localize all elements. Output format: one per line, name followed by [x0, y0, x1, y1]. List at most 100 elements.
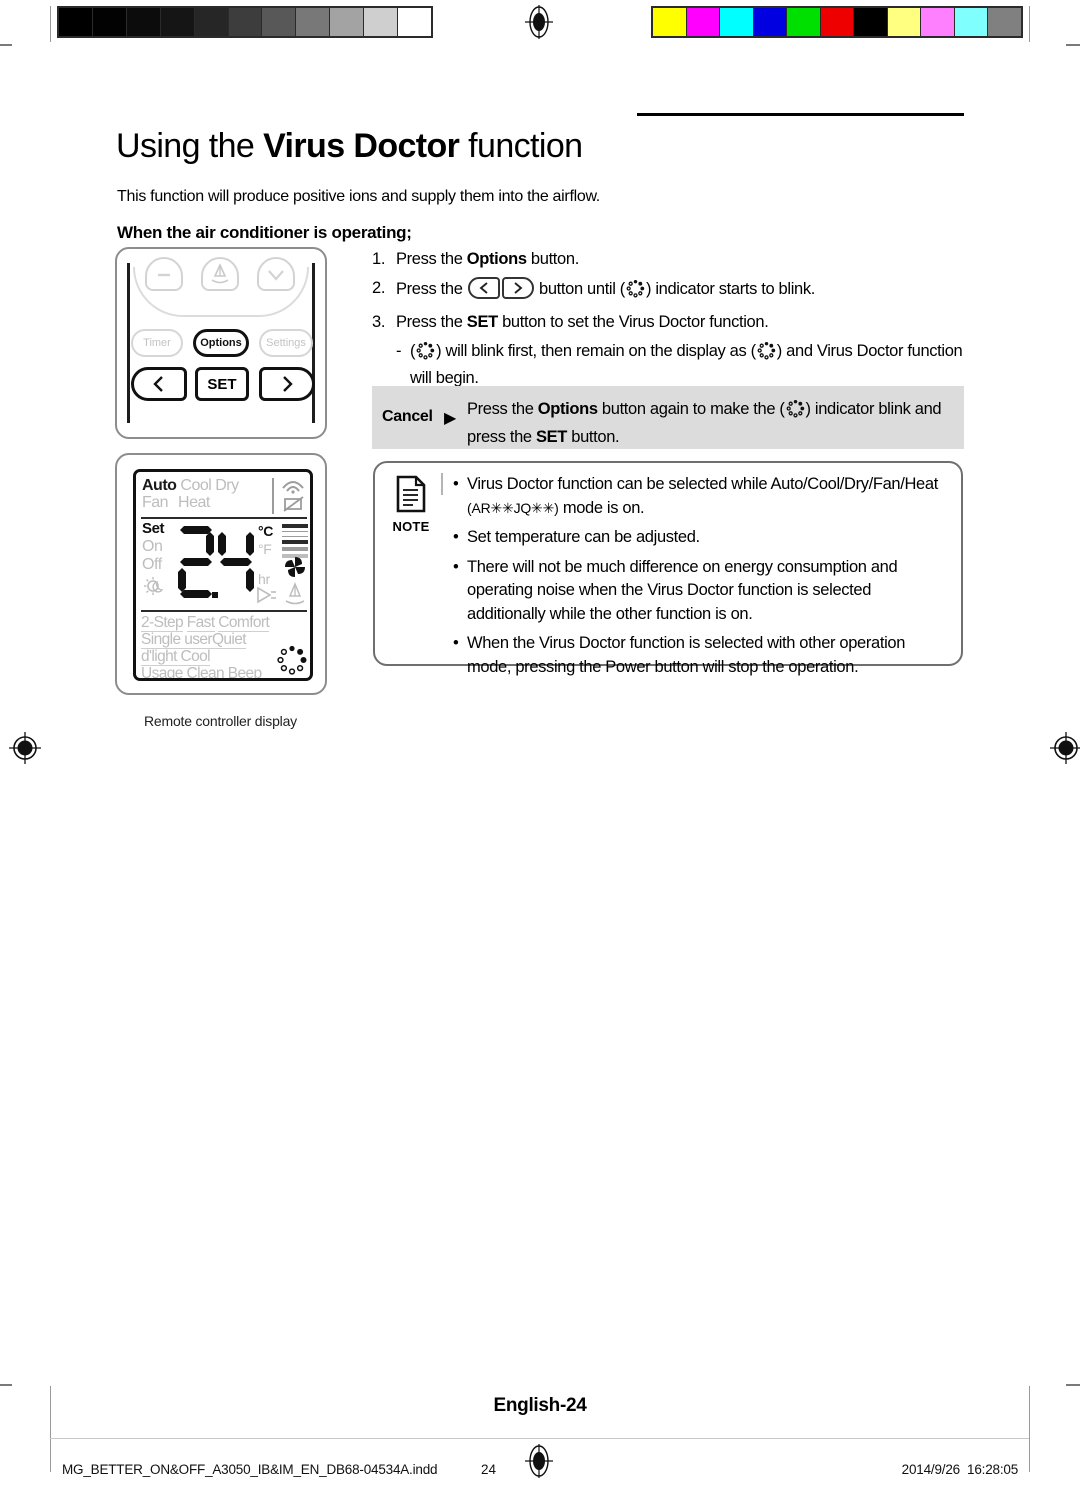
- virus-doctor-indicator-icon: [626, 279, 645, 304]
- nav-right-button-icon: [501, 277, 534, 299]
- page-title-bold: Virus Doctor: [263, 126, 460, 165]
- cancel-text: Press the Options button again to make t…: [467, 399, 942, 446]
- lcd-feature-beep: Beep: [227, 665, 262, 681]
- lcd-left-labels: Set On Off: [142, 520, 166, 601]
- lcd-mode-dry: Dry: [215, 477, 239, 494]
- page-title-suffix: function: [459, 126, 583, 165]
- virus-doctor-indicator-icon: [626, 279, 645, 298]
- note-bullet-icon: •: [453, 528, 459, 546]
- model-code-text: (AR✳✳JQ✳✳): [467, 499, 559, 516]
- fan-blade-icon: [282, 554, 308, 585]
- substep-dash: -: [396, 342, 402, 360]
- virus-doctor-indicator-icon: [757, 341, 776, 367]
- nav-left-button-icon: [467, 277, 500, 299]
- page-title-prefix: Using the: [116, 126, 264, 165]
- lcd-feature-quiet: Quiet: [211, 631, 247, 649]
- timer-button[interactable]: Timer: [131, 329, 183, 357]
- step-3: 3. Press the SET button to set the Virus…: [372, 311, 972, 333]
- note-item: • When the Virus Doctor function is sele…: [453, 632, 948, 679]
- settings-button[interactable]: Settings: [259, 329, 313, 357]
- lcd-feature-clean: Clean: [186, 665, 225, 681]
- lcd-on-label: On: [142, 538, 163, 555]
- emphasis-text: SET: [535, 428, 568, 446]
- step-1-number: 1.: [372, 250, 386, 268]
- nav-left-button[interactable]: [131, 367, 187, 401]
- cancel-arrow-icon: ▶: [444, 410, 457, 427]
- lcd-feature-single-user: Single user: [141, 631, 213, 649]
- title-underline: [637, 113, 964, 116]
- note-item-text: There will not be much difference on ene…: [467, 557, 898, 623]
- emphasis-text: SET: [466, 313, 498, 331]
- step-3-number: 3.: [372, 313, 386, 331]
- lcd-mode-heat: Heat: [178, 494, 210, 511]
- lcd-vertical-separator: [272, 478, 274, 514]
- intro-paragraph: This function will produce positive ions…: [117, 188, 600, 205]
- virus-doctor-indicator-icon: [786, 399, 804, 418]
- lcd-set-label: Set: [142, 520, 165, 537]
- note-item-text: When the Virus Doctor function is select…: [467, 634, 906, 676]
- virus-doctor-indicator-icon: [416, 341, 435, 367]
- page-footer-label: English-24: [493, 1395, 587, 1416]
- remote-display-illustration: Auto Cool Dry Fan Heat Set On Off °C °F …: [115, 453, 327, 695]
- emphasis-text: Options: [537, 400, 598, 418]
- lcd-mode-cool: Cool: [180, 477, 212, 494]
- step-1: 1. Press the Options button.: [372, 248, 972, 270]
- options-button-label: Options: [200, 337, 242, 349]
- lcd-feature-usage: Usage: [141, 665, 183, 681]
- step-1-text: Press the Options button.: [396, 250, 579, 268]
- substep-text: () will blink first, then remain on the …: [410, 341, 963, 387]
- section-heading: When the air conditioner is operating;: [117, 223, 412, 243]
- remote-controller-illustration: Timer Options Settings SET: [115, 247, 327, 439]
- note-icon-group: NOTE: [383, 475, 439, 534]
- lcd-unit-celsius: °C: [258, 523, 274, 539]
- set-button-label: SET: [207, 375, 237, 393]
- lcd-divider-top: [141, 517, 307, 519]
- note-bullet-icon: •: [453, 557, 459, 576]
- lcd-caption: Remote controller display: [144, 713, 297, 729]
- remote-arc-divider: [133, 267, 309, 317]
- note-label: NOTE: [392, 519, 430, 534]
- airflow-direction-icon: [254, 584, 278, 611]
- note-divider: [441, 473, 443, 495]
- settings-button-label: Settings: [266, 337, 306, 349]
- note-item: • Set temperature can be adjusted.: [453, 526, 948, 550]
- lcd-divider-bottom: [141, 610, 307, 612]
- lcd-off-label: Off: [142, 556, 162, 573]
- lcd-unit-labels: °C °F hr: [258, 522, 273, 588]
- note-bullet-icon: •: [453, 475, 459, 493]
- virus-doctor-indicator-icon: [276, 644, 308, 678]
- lcd-unit-fahrenheit: °F: [258, 541, 272, 557]
- footer-filename: MG_BETTER_ON&OFF_A3050_IB&IM_EN_DB68-045…: [62, 1462, 438, 1477]
- set-button[interactable]: SET: [195, 367, 249, 401]
- cancel-callout: Cancel ▶ Press the Options button again …: [372, 386, 964, 449]
- lcd-mode-fan: Fan: [142, 494, 169, 511]
- note-bullet-icon: •: [453, 634, 459, 652]
- lcd-screen: Auto Cool Dry Fan Heat Set On Off °C °F …: [133, 469, 313, 681]
- airflow-spread-icon: [282, 582, 308, 611]
- nav-right-button[interactable]: [259, 367, 315, 401]
- note-item-text: Set temperature can be adjusted.: [467, 528, 700, 546]
- cancel-label: Cancel: [382, 408, 433, 425]
- note-item-text: Virus Doctor function can be selected wh…: [467, 475, 938, 517]
- footer-date-value: 2014/9/26: [901, 1462, 960, 1477]
- lcd-mode-labels: Auto Cool Dry Fan Heat: [142, 476, 274, 512]
- lcd-feature-comfort: Comfort: [218, 614, 270, 632]
- note-callout: NOTE • Virus Doctor function can be sele…: [373, 461, 963, 676]
- lcd-mode-auto: Auto: [142, 477, 177, 494]
- instruction-steps: 1. Press the Options button. 2. Press th…: [372, 248, 972, 390]
- remote-edge-left: [127, 263, 130, 423]
- step-3-text: Press the SET button to set the Virus Do…: [396, 313, 769, 331]
- step-3-substep: - () will blink first, then remain on th…: [396, 340, 972, 390]
- options-button[interactable]: Options: [193, 329, 249, 357]
- footer-timestamp: 2014/9/26 16:28:05: [901, 1462, 1019, 1477]
- lcd-feature-fast: Fast: [186, 614, 215, 632]
- lcd-feature-2step: 2-Step: [141, 614, 184, 632]
- virus-doctor-indicator-icon: [786, 399, 805, 425]
- document-page: Using the Virus Doctor function This fun…: [0, 0, 1080, 1491]
- page-title: Using the Virus Doctor function: [116, 126, 583, 166]
- sleep-mode-icon: [142, 576, 166, 601]
- step-2: 2. Press the button until () indicator s…: [372, 277, 972, 304]
- note-item: • Virus Doctor function can be selected …: [453, 473, 948, 520]
- step-2-number: 2.: [372, 279, 386, 297]
- emphasis-text: Options: [466, 250, 527, 268]
